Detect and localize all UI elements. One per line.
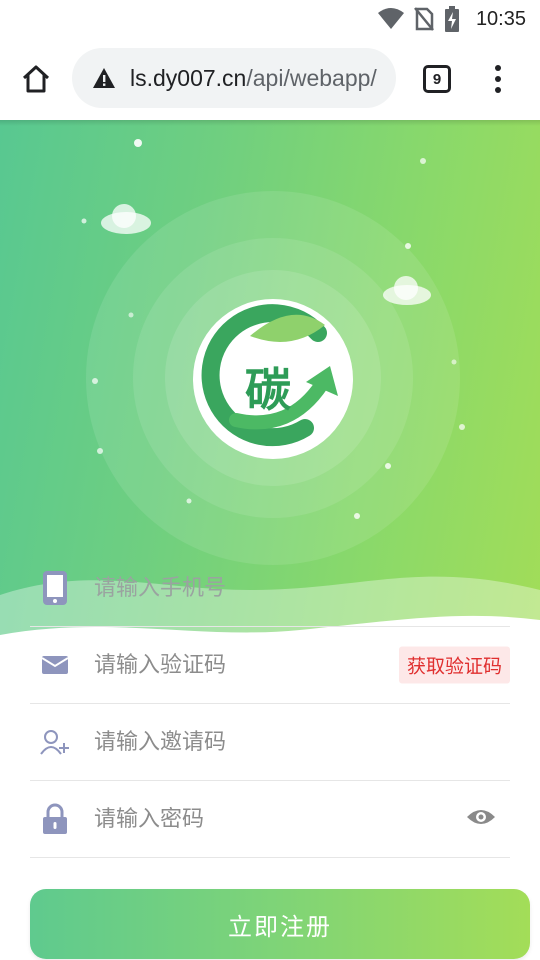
eye-icon[interactable]	[466, 807, 496, 831]
code-input[interactable]	[94, 627, 394, 703]
menu-dot	[495, 76, 501, 82]
password-input[interactable]	[94, 781, 394, 857]
battery-charging-icon	[444, 6, 459, 32]
url-bar[interactable]: ls.dy007.cn/api/webapp/	[72, 48, 396, 108]
browser-toolbar: ls.dy007.cn/api/webapp/ 9	[0, 38, 540, 120]
wifi-icon	[377, 8, 404, 29]
password-field	[30, 781, 510, 858]
menu-dot	[495, 65, 501, 71]
tab-switcher-button[interactable]: 9	[423, 65, 451, 93]
no-sim-icon	[413, 7, 434, 31]
register-form: 获取验证码	[30, 550, 510, 858]
status-bar: 10:35	[0, 0, 540, 38]
get-code-button[interactable]: 获取验证码	[398, 646, 510, 684]
tab-count: 9	[432, 70, 442, 88]
status-time: 10:35	[475, 7, 526, 30]
lock-icon	[40, 801, 70, 837]
add-user-icon	[40, 724, 70, 760]
mail-icon	[40, 647, 70, 683]
logo-character: 碳	[245, 363, 292, 417]
more-menu-button[interactable]	[486, 62, 510, 96]
code-field: 获取验证码	[30, 627, 510, 704]
home-icon	[22, 65, 50, 93]
phone-field	[30, 550, 510, 627]
carbon-logo: 碳	[193, 299, 353, 459]
register-button[interactable]: 立即注册	[30, 889, 530, 959]
cloud-icon	[101, 204, 151, 234]
url-path: /api/webapp/	[246, 64, 377, 91]
phone-icon	[40, 570, 70, 606]
warning-icon	[93, 68, 115, 88]
menu-dot	[495, 87, 501, 93]
home-button[interactable]	[0, 38, 72, 120]
url-text: ls.dy007.cn/api/webapp/	[130, 65, 377, 92]
invite-input[interactable]	[94, 704, 394, 780]
url-host: ls.dy007.cn	[130, 64, 247, 91]
invite-field	[30, 704, 510, 781]
phone-input[interactable]	[94, 550, 394, 626]
